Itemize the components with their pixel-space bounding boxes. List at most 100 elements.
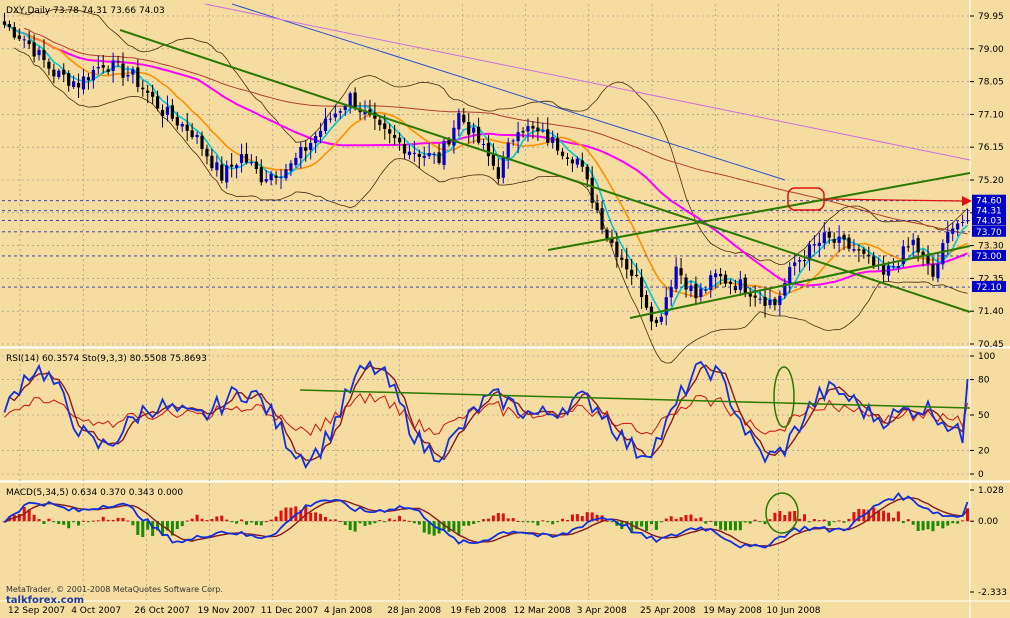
macd-hist-101 [501,513,505,522]
macd-hist-106 [526,521,530,523]
macd-hist-68 [338,521,342,523]
macd-hist-83 [412,521,416,524]
macd-hist-184 [911,521,915,525]
candle-body-169 [837,236,841,243]
candle-body-5 [27,40,31,45]
macd-hist-35 [175,521,179,530]
candle-body-56 [279,176,283,178]
macd-hist-28 [141,521,145,538]
candle-body-136 [674,266,678,289]
candle-body-92 [457,113,461,130]
macd-hist-111 [551,521,555,525]
candle-body-132 [654,319,658,324]
macd-hist-38 [190,518,194,522]
candle-body-88 [437,152,441,163]
macd-hist-98 [486,518,490,522]
macd-hist-24 [121,517,125,522]
candle-body-17 [86,77,91,81]
date-label-1: 4 Oct 2007 [71,606,121,616]
candle-body-164 [812,244,817,246]
candle-body-41 [205,148,209,157]
candle-body-66 [328,118,333,120]
macd-hist-123 [610,521,614,523]
date-label-10: 25 Apr 2008 [640,606,696,616]
macd-hist-145 [719,521,723,530]
macd-hist-166 [822,519,826,522]
candle-body-48 [239,154,244,164]
macd-hist-144 [714,521,718,526]
candle-body-24 [121,63,125,78]
candle-body-148 [733,285,738,291]
candle-body-193 [956,223,960,230]
macd-hist-186 [921,521,925,531]
macd-hist-99 [491,515,495,522]
date-label-6: 28 Jan 2008 [387,606,441,616]
price-tick-label-5: 75.20 [978,176,1004,186]
candle-body-50 [249,162,254,164]
candle-body-62 [309,142,313,151]
candle-body-171 [847,237,851,249]
candle-body-97 [481,144,486,146]
macd-hist-46 [230,521,234,523]
candle-body-190 [941,243,945,265]
macd-hist-93 [462,521,466,526]
candle-body-161 [798,260,802,262]
macd-tick-label-0: 1.028 [978,486,1004,496]
macd-hist-134 [664,518,668,522]
candle-body-98 [486,142,491,157]
candle-body-189 [936,263,940,279]
macd-hist-183 [906,519,910,522]
macd-hist-172 [852,512,856,522]
macd-hist-192 [951,521,955,524]
macd-hist-43 [215,516,219,522]
candle-body-91 [452,127,456,146]
candle-body-27 [136,67,140,88]
candle-body-96 [476,126,481,143]
macd-hist-57 [284,507,288,522]
osc-tick-label-0: 100 [978,352,995,362]
macd-hist-102 [506,518,510,522]
candle-body-105 [521,131,525,133]
candle-body-138 [684,277,688,290]
candle-body-31 [155,96,160,109]
macd-hist-160 [793,510,797,522]
macd-hist-140 [694,518,698,522]
candle-body-0 [2,21,7,25]
macd-hist-77 [383,521,387,523]
candle-body-115 [570,159,575,164]
candle-body-9 [47,61,51,69]
macd-hist-117 [580,516,584,522]
candle-body-178 [881,264,886,275]
level-label-4: 73.00 [976,252,1002,262]
date-label-7: 19 Feb 2008 [450,606,506,616]
candle-body-23 [116,61,120,63]
candle-body-4 [22,39,26,41]
macd-hist-131 [649,521,653,525]
macd-hist-52 [259,521,263,526]
candle-body-128 [635,274,639,276]
candle-body-13 [67,73,71,86]
candle-body-77 [383,123,387,129]
macd-hist-180 [891,517,895,522]
candle-body-157 [778,295,782,305]
macd-hist-72 [358,521,362,524]
macd-hist-56 [279,510,283,522]
macd-hist-161 [798,518,802,522]
candle-body-191 [946,231,950,244]
macd-hist-73 [363,521,367,526]
candle-body-126 [625,258,629,270]
macd-hist-81 [403,519,407,522]
macd-hist-75 [373,521,377,524]
macd-hist-103 [511,518,515,522]
candle-body-139 [689,285,693,292]
macd-hist-133 [659,521,663,523]
candle-body-127 [630,269,634,276]
candle-body-165 [817,242,821,246]
macd-hist-110 [546,521,550,523]
macd-hist-135 [669,516,673,522]
macd-hist-138 [684,515,688,522]
macd-hist-136 [674,518,678,522]
candle-body-116 [575,158,579,165]
candle-body-125 [620,257,624,260]
candle-body-194 [960,221,965,223]
